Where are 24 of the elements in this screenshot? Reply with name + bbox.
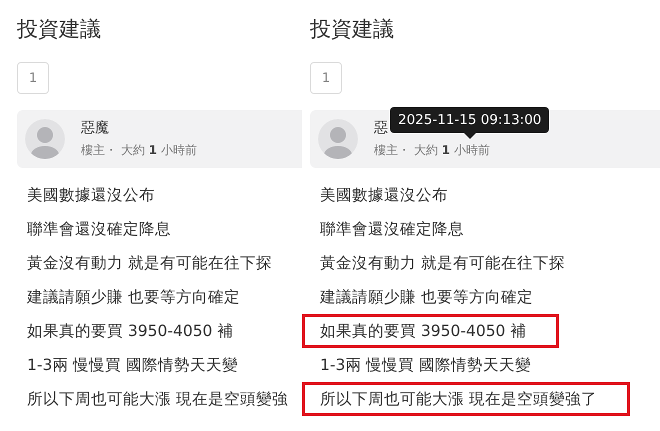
author-name[interactable]: 惡魔: [81, 119, 197, 137]
post-meta: 樓主・ 大約 1 小時前: [374, 142, 490, 159]
post-line: 1-3兩 慢慢買 國際情勢天天變: [27, 356, 238, 374]
post-line: 如果真的要買 3950-4050 補: [27, 322, 234, 340]
tooltip-pointer: [464, 133, 476, 139]
avatar-icon: [25, 119, 65, 159]
thread-title: 投資建議: [17, 16, 102, 43]
post-line: 所以下周也可能大漲 現在是空頭變強: [27, 390, 288, 408]
post-line: 聯準會還沒確定降息: [27, 220, 171, 238]
page-button[interactable]: 1: [310, 62, 342, 94]
post-line: 所以下周也可能大漲 現在是空頭變強了: [320, 390, 597, 408]
post-line: 美國數據還沒公布: [320, 186, 448, 204]
page-button[interactable]: 1: [17, 62, 49, 94]
post-line: 黃金沒有動力 就是有可能在往下探: [320, 254, 565, 272]
post-line: 美國數據還沒公布: [27, 186, 155, 204]
post-line: 建議請願少賺 也要等方向確定: [27, 288, 240, 306]
avatar-icon: [318, 119, 358, 159]
post-line: 黃金沒有動力 就是有可能在往下探: [27, 254, 272, 272]
post-line: 聯準會還沒確定降息: [320, 220, 464, 238]
post-line: 建議請願少賺 也要等方向確定: [320, 288, 533, 306]
post-meta: 樓主・ 大約 1 小時前: [81, 142, 197, 159]
thread-title: 投資建議: [310, 16, 395, 43]
post-line: 1-3兩 慢慢買 國際情勢天天變: [320, 356, 532, 374]
post-line: 如果真的要買 3950-4050 補: [320, 322, 526, 340]
